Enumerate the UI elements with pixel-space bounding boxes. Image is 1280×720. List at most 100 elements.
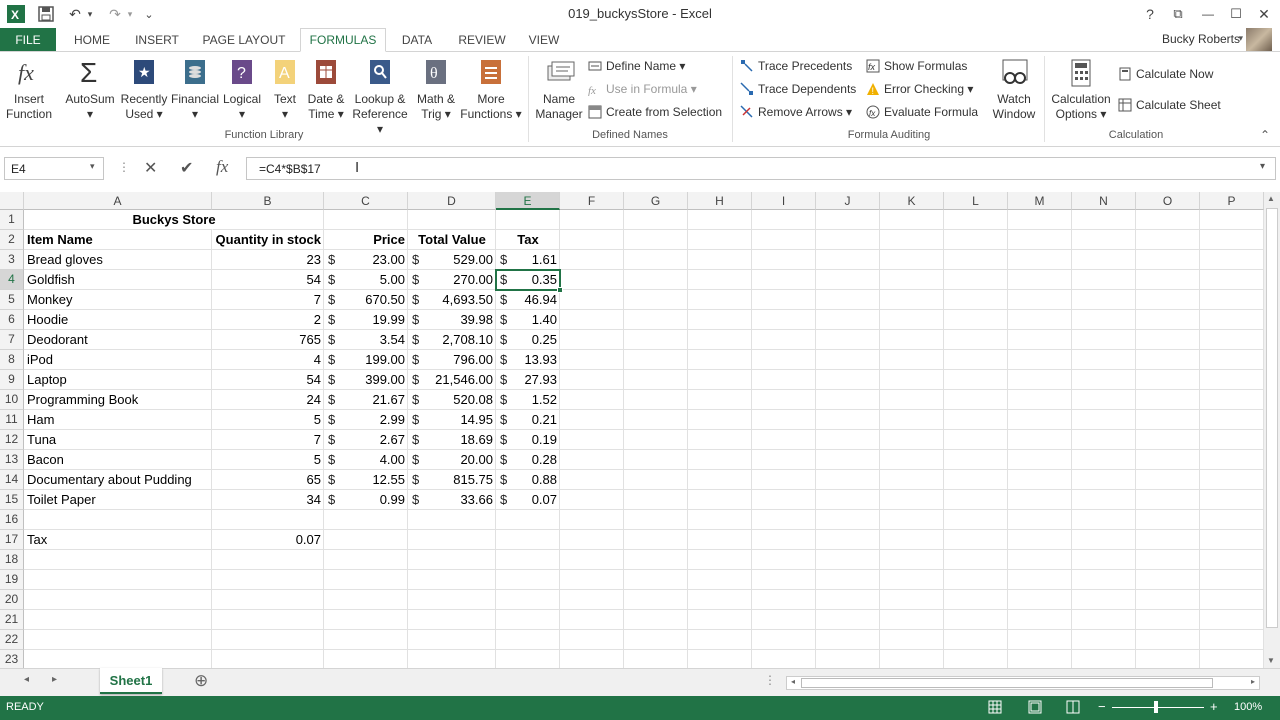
cell-l23[interactable] bbox=[944, 650, 1008, 668]
cell-k12[interactable] bbox=[880, 430, 944, 450]
cell-f13[interactable] bbox=[560, 450, 624, 470]
cell-p22[interactable] bbox=[1200, 630, 1264, 650]
cell-e17[interactable] bbox=[496, 530, 560, 550]
cell-o18[interactable] bbox=[1136, 550, 1200, 570]
cell-n18[interactable] bbox=[1072, 550, 1136, 570]
trace-precedents-button[interactable]: Trace Precedents bbox=[740, 57, 852, 75]
cell-p3[interactable] bbox=[1200, 250, 1264, 270]
cell-k11[interactable] bbox=[880, 410, 944, 430]
cell-n3[interactable] bbox=[1072, 250, 1136, 270]
cell-h13[interactable] bbox=[688, 450, 752, 470]
prev-sheet-icon[interactable]: ◂ bbox=[24, 674, 29, 685]
cell-d16[interactable] bbox=[408, 510, 496, 530]
row-header-6[interactable]: 6 bbox=[0, 310, 24, 330]
cell-i17[interactable] bbox=[752, 530, 816, 550]
cell-p6[interactable] bbox=[1200, 310, 1264, 330]
cell-m1[interactable] bbox=[1008, 210, 1072, 230]
column-header-c[interactable]: C bbox=[324, 192, 408, 210]
cell-f10[interactable] bbox=[560, 390, 624, 410]
column-header-m[interactable]: M bbox=[1008, 192, 1072, 210]
cell-d18[interactable] bbox=[408, 550, 496, 570]
cell-o15[interactable] bbox=[1136, 490, 1200, 510]
cell-g14[interactable] bbox=[624, 470, 688, 490]
insert-function-fx-icon[interactable]: fx bbox=[216, 157, 228, 177]
cell-o6[interactable] bbox=[1136, 310, 1200, 330]
cell-h22[interactable] bbox=[688, 630, 752, 650]
cell-g19[interactable] bbox=[624, 570, 688, 590]
cell-n16[interactable] bbox=[1072, 510, 1136, 530]
cell-g7[interactable] bbox=[624, 330, 688, 350]
avatar[interactable] bbox=[1246, 28, 1272, 52]
cell-h16[interactable] bbox=[688, 510, 752, 530]
cell-h9[interactable] bbox=[688, 370, 752, 390]
cell-j11[interactable] bbox=[816, 410, 880, 430]
cell-l19[interactable] bbox=[944, 570, 1008, 590]
vertical-scroll-thumb[interactable] bbox=[1266, 208, 1278, 628]
cell-l1[interactable] bbox=[944, 210, 1008, 230]
next-sheet-icon[interactable]: ▸ bbox=[52, 674, 57, 685]
cell-i19[interactable] bbox=[752, 570, 816, 590]
cell-k16[interactable] bbox=[880, 510, 944, 530]
user-dropdown-icon[interactable]: ▾ bbox=[1238, 33, 1243, 44]
normal-view-icon[interactable] bbox=[988, 700, 1002, 717]
cell-d17[interactable] bbox=[408, 530, 496, 550]
row-header-3[interactable]: 3 bbox=[0, 250, 24, 270]
row-header-12[interactable]: 12 bbox=[0, 430, 24, 450]
cell-f2[interactable] bbox=[560, 230, 624, 250]
page-break-view-icon[interactable] bbox=[1066, 700, 1080, 717]
user-name[interactable]: Bucky Roberts bbox=[1162, 32, 1240, 46]
enter-entry-icon[interactable]: ✔ bbox=[180, 158, 193, 178]
cell-k19[interactable] bbox=[880, 570, 944, 590]
cell-h23[interactable] bbox=[688, 650, 752, 668]
logical-button[interactable]: ? Logical ▾ bbox=[220, 58, 264, 122]
cell-g16[interactable] bbox=[624, 510, 688, 530]
cell-f5[interactable] bbox=[560, 290, 624, 310]
cell-h2[interactable] bbox=[688, 230, 752, 250]
cell-n22[interactable] bbox=[1072, 630, 1136, 650]
vertical-scrollbar[interactable]: ▲ ▼ bbox=[1264, 192, 1280, 668]
cell-l12[interactable] bbox=[944, 430, 1008, 450]
cell-b23[interactable] bbox=[212, 650, 324, 668]
cell-p17[interactable] bbox=[1200, 530, 1264, 550]
cell-o7[interactable] bbox=[1136, 330, 1200, 350]
cell-m10[interactable] bbox=[1008, 390, 1072, 410]
cell-j10[interactable] bbox=[816, 390, 880, 410]
cell-o17[interactable] bbox=[1136, 530, 1200, 550]
cell-h15[interactable] bbox=[688, 490, 752, 510]
cell-n6[interactable] bbox=[1072, 310, 1136, 330]
cell-n8[interactable] bbox=[1072, 350, 1136, 370]
cell-o1[interactable] bbox=[1136, 210, 1200, 230]
cell-l5[interactable] bbox=[944, 290, 1008, 310]
column-header-h[interactable]: H bbox=[688, 192, 752, 210]
cell-k9[interactable] bbox=[880, 370, 944, 390]
cell-i10[interactable] bbox=[752, 390, 816, 410]
cell-p12[interactable] bbox=[1200, 430, 1264, 450]
zoom-out-icon[interactable]: − bbox=[1098, 699, 1106, 714]
row-header-19[interactable]: 19 bbox=[0, 570, 24, 590]
cell-p5[interactable] bbox=[1200, 290, 1264, 310]
cell-l17[interactable] bbox=[944, 530, 1008, 550]
cell-e18[interactable] bbox=[496, 550, 560, 570]
cell-a21[interactable] bbox=[24, 610, 212, 630]
cell-h12[interactable] bbox=[688, 430, 752, 450]
cell-l20[interactable] bbox=[944, 590, 1008, 610]
cell-n7[interactable] bbox=[1072, 330, 1136, 350]
cell-m4[interactable] bbox=[1008, 270, 1072, 290]
cell-p15[interactable] bbox=[1200, 490, 1264, 510]
cell-k14[interactable] bbox=[880, 470, 944, 490]
cell-m23[interactable] bbox=[1008, 650, 1072, 668]
cell-l7[interactable] bbox=[944, 330, 1008, 350]
cell-j2[interactable] bbox=[816, 230, 880, 250]
tab-file[interactable]: FILE bbox=[0, 28, 56, 52]
autosum-button[interactable]: Σ AutoSum ▾ bbox=[62, 57, 118, 122]
cell-h8[interactable] bbox=[688, 350, 752, 370]
create-from-selection-button[interactable]: Create from Selection bbox=[588, 103, 722, 121]
row-header-7[interactable]: 7 bbox=[0, 330, 24, 350]
cell-p8[interactable] bbox=[1200, 350, 1264, 370]
cell-l11[interactable] bbox=[944, 410, 1008, 430]
cell-l21[interactable] bbox=[944, 610, 1008, 630]
cell-j17[interactable] bbox=[816, 530, 880, 550]
cell-g22[interactable] bbox=[624, 630, 688, 650]
cell-m18[interactable] bbox=[1008, 550, 1072, 570]
cell-j7[interactable] bbox=[816, 330, 880, 350]
